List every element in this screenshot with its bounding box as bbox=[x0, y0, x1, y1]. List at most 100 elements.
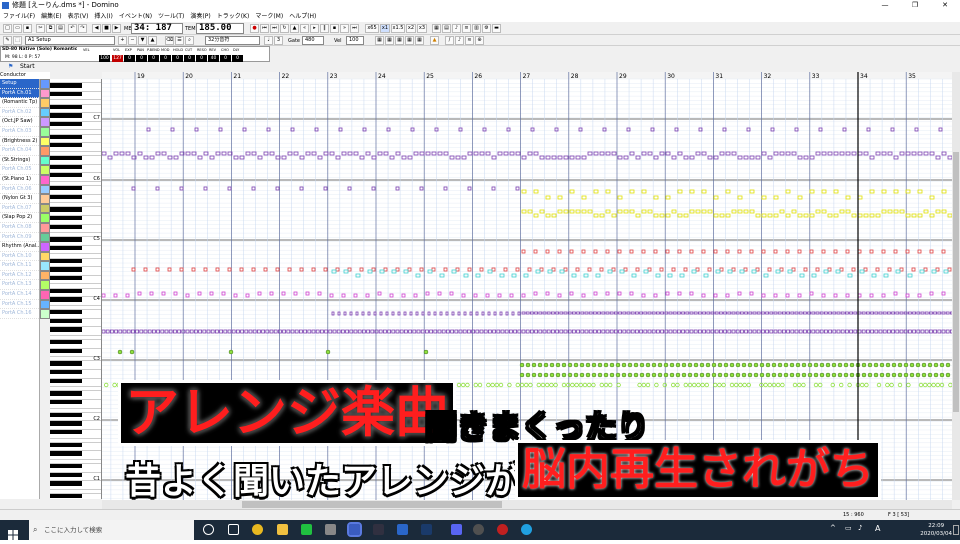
skype-icon[interactable] bbox=[521, 524, 532, 535]
paste-icon[interactable]: ▤ bbox=[56, 24, 65, 33]
maximize-button[interactable]: ❐ bbox=[900, 0, 930, 11]
track-color-swatch[interactable] bbox=[40, 165, 50, 175]
event-icon[interactable]: ♪ bbox=[455, 36, 464, 45]
taskbar-search[interactable]: ここに入力して検索 bbox=[29, 520, 194, 540]
multi-desktop-icon[interactable] bbox=[228, 524, 239, 535]
app-icon-grid[interactable] bbox=[325, 524, 336, 535]
track-list-item[interactable]: PortA Ch.14 bbox=[0, 290, 39, 300]
track-list-item[interactable]: (Slap Pop 2) bbox=[0, 213, 39, 223]
metronome-icon[interactable]: ▲ bbox=[290, 24, 299, 33]
track-color-swatch[interactable] bbox=[40, 261, 50, 271]
grid-icon-1[interactable]: ▦ bbox=[375, 36, 384, 45]
track-color-swatch[interactable] bbox=[40, 232, 50, 243]
speed-x1-button[interactable]: x1 bbox=[380, 24, 390, 33]
play-icon[interactable]: ▶ bbox=[112, 24, 121, 33]
track-color-swatch[interactable] bbox=[40, 242, 50, 252]
app-icon-blue[interactable] bbox=[397, 524, 408, 535]
track-list-item[interactable]: PortA Ch.12 bbox=[0, 271, 39, 281]
track-list-item[interactable]: (St.Piano 1) bbox=[0, 175, 39, 185]
mixer-value[interactable]: 0 bbox=[148, 55, 159, 62]
track-color-swatch[interactable] bbox=[40, 88, 50, 99]
menu-edit[interactable]: 編集(E) bbox=[38, 11, 64, 22]
add-icon[interactable]: + bbox=[118, 36, 127, 45]
hand-icon[interactable]: ☰ bbox=[175, 36, 184, 45]
track-color-swatch[interactable] bbox=[40, 107, 50, 118]
piano-roll-icon[interactable]: ▦ bbox=[432, 24, 441, 33]
forward-fast-icon[interactable]: » bbox=[340, 24, 349, 33]
track-color-swatch[interactable] bbox=[40, 136, 50, 147]
menu-play[interactable]: 演奏(P) bbox=[187, 11, 213, 22]
menu-event[interactable]: イベント(N) bbox=[116, 11, 155, 22]
track-list-item[interactable]: PortA Ch.10 bbox=[0, 252, 39, 262]
track-list-item[interactable]: PortA Ch.01 bbox=[0, 88, 39, 99]
volume-icon[interactable]: ♪ bbox=[858, 524, 862, 532]
menu-tools[interactable]: ツール(T) bbox=[155, 11, 187, 22]
zoom-icon[interactable]: ⊕ bbox=[475, 36, 484, 45]
grid-select[interactable]: 32分音符 bbox=[205, 36, 260, 45]
start-marker[interactable]: Start bbox=[20, 62, 35, 72]
vel-input[interactable]: 100 bbox=[346, 36, 364, 45]
prev-marker-icon[interactable]: ⏮ bbox=[260, 24, 269, 33]
rewind-fast-icon[interactable]: « bbox=[300, 24, 309, 33]
speed-x2-button[interactable]: x2 bbox=[406, 24, 416, 33]
track-color-swatch[interactable] bbox=[40, 194, 50, 204]
event-list-icon[interactable]: ▤ bbox=[442, 24, 451, 33]
mixer-value[interactable]: 127 bbox=[112, 55, 123, 62]
rewind-icon[interactable]: ◀ bbox=[92, 24, 101, 33]
menu-insert[interactable]: 挿入(I) bbox=[91, 11, 115, 22]
save-icon[interactable]: ▪ bbox=[23, 24, 32, 33]
grid-icon-3[interactable]: ▦ bbox=[395, 36, 404, 45]
track-list-item[interactable]: (Romantic Tp) bbox=[0, 98, 39, 108]
track-list-item[interactable]: PortA Ch.15 bbox=[0, 300, 39, 310]
menu-track[interactable]: トラック(K) bbox=[214, 11, 253, 22]
menu-view[interactable]: 表示(V) bbox=[65, 11, 92, 22]
gate-input[interactable]: 480 bbox=[302, 36, 324, 45]
piano-keyboard[interactable]: C7 C6 C5 C4 C3 C2 C1 bbox=[50, 79, 102, 499]
new-file-icon[interactable]: □ bbox=[3, 24, 12, 33]
track-list-item[interactable]: PortA Ch.03 bbox=[0, 127, 39, 137]
domino-task-icon[interactable] bbox=[347, 522, 362, 537]
track-color-swatch[interactable] bbox=[40, 79, 50, 89]
track-color-swatch[interactable] bbox=[40, 203, 50, 214]
grid-icon-5[interactable]: ▦ bbox=[415, 36, 424, 45]
track-list-item[interactable]: PortA Ch.02 bbox=[0, 108, 39, 118]
network-icon[interactable]: ▭ bbox=[845, 524, 852, 532]
track-list-item[interactable]: PortA Ch.05 bbox=[0, 165, 39, 175]
track-color-swatch[interactable] bbox=[40, 98, 50, 108]
close-button[interactable]: ✕ bbox=[930, 0, 960, 11]
cut-icon[interactable]: ✂ bbox=[36, 24, 45, 33]
track-color-swatch[interactable] bbox=[40, 184, 50, 195]
track-list-item[interactable]: PortA Ch.13 bbox=[0, 280, 39, 291]
line-icon[interactable] bbox=[301, 524, 312, 535]
track-color-swatch[interactable] bbox=[40, 117, 50, 127]
keyboard-icon[interactable]: ▬ bbox=[492, 24, 501, 33]
task-view-icon[interactable] bbox=[203, 524, 214, 535]
track-color-swatch[interactable] bbox=[40, 309, 50, 319]
settings-icon[interactable]: ⚙ bbox=[482, 24, 491, 33]
track-list-item[interactable]: PortA Ch.06 bbox=[0, 185, 39, 195]
app-icon-cam[interactable] bbox=[373, 524, 384, 535]
mixer-value[interactable]: 0 bbox=[136, 55, 147, 62]
play-small-icon[interactable]: ▸ bbox=[310, 24, 319, 33]
mixer-value[interactable]: 100 bbox=[99, 55, 110, 62]
menu-help[interactable]: ヘルプ(H) bbox=[286, 11, 319, 22]
mixer-value[interactable]: 0 bbox=[196, 55, 207, 62]
track-list-item[interactable]: PortA Ch.07 bbox=[0, 204, 39, 214]
track-list-item[interactable]: Rhythm (Anal... bbox=[0, 242, 39, 252]
track-list-item[interactable]: (Brightness 2) bbox=[0, 137, 39, 147]
track-list-icon[interactable]: ≡ bbox=[462, 24, 471, 33]
track-list-item[interactable]: (St.Strings) bbox=[0, 156, 39, 166]
track-color-swatch[interactable] bbox=[40, 270, 50, 281]
quantize-icon[interactable]: ♩ bbox=[264, 36, 273, 45]
track-color-swatch[interactable] bbox=[40, 299, 50, 310]
track-color-swatch[interactable] bbox=[40, 126, 50, 137]
track-color-swatch[interactable] bbox=[40, 251, 50, 262]
next-marker-icon[interactable]: ⏭ bbox=[270, 24, 279, 33]
track-color-swatch[interactable] bbox=[40, 222, 50, 233]
track-color-swatch[interactable] bbox=[40, 155, 50, 166]
menu-file[interactable]: ファイル(F) bbox=[0, 11, 38, 22]
steam-icon[interactable] bbox=[421, 524, 432, 535]
pencil-tool-icon[interactable]: ✎ bbox=[3, 36, 12, 45]
loop-icon[interactable]: ↻ bbox=[280, 24, 289, 33]
pause-icon[interactable]: ‖ bbox=[320, 24, 329, 33]
